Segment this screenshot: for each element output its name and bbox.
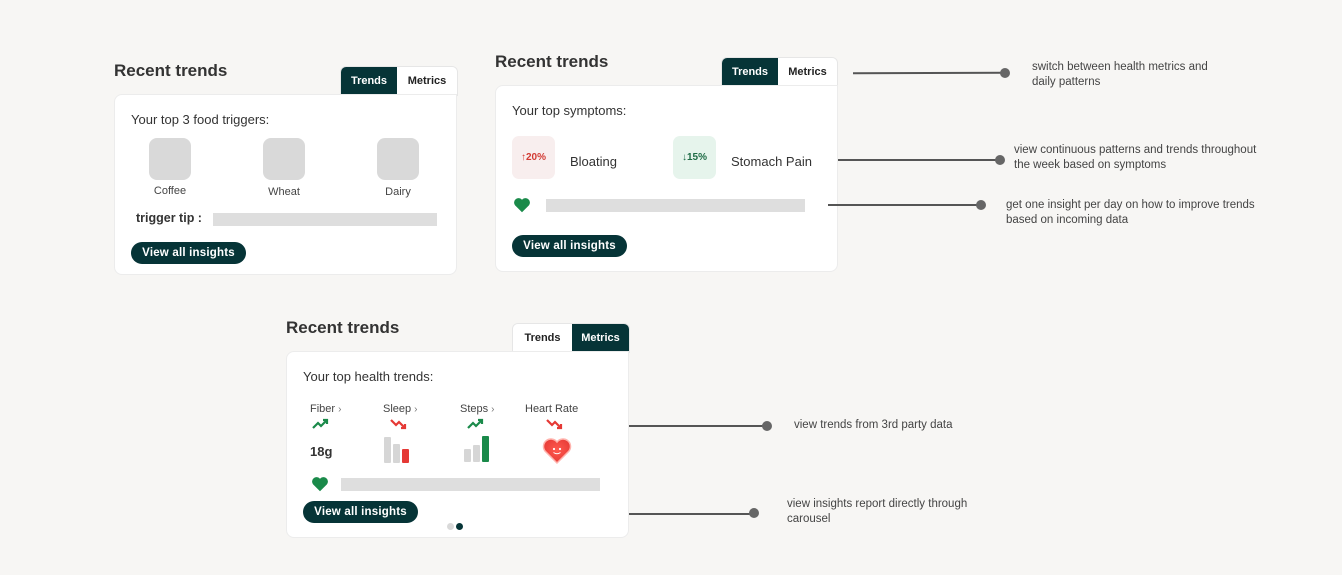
tab-metrics[interactable]: Metrics bbox=[572, 324, 629, 352]
card3-tabs: Trends Metrics bbox=[512, 323, 630, 353]
trend-down-icon bbox=[546, 419, 563, 430]
symptom-change: 15% bbox=[686, 152, 707, 163]
annotation-text: view insights report directly through ca… bbox=[787, 498, 968, 525]
heart-rate-icon bbox=[542, 438, 572, 465]
metric-sleep[interactable]: Sleep › bbox=[383, 403, 417, 415]
metric-value: 18g bbox=[310, 444, 333, 459]
annotation-dot bbox=[749, 508, 759, 518]
annotation-dot bbox=[995, 155, 1005, 165]
card2-tabs: Trends Metrics bbox=[721, 57, 838, 87]
annotation-line bbox=[629, 513, 754, 515]
mini-bar bbox=[393, 444, 400, 463]
food-label: Dairy bbox=[385, 186, 411, 198]
annotation-line bbox=[629, 425, 768, 427]
metric-label: Fiber bbox=[310, 403, 336, 415]
tip-text-placeholder bbox=[213, 213, 437, 226]
mini-bar bbox=[402, 449, 409, 463]
symptoms-card: Your top symptoms: ↑ 20% Bloating ↓ 15% St… bbox=[495, 85, 838, 272]
food-label: Coffee bbox=[153, 185, 187, 197]
metric-steps[interactable]: Steps › bbox=[460, 403, 494, 415]
mini-bar bbox=[464, 449, 471, 462]
tab-trends[interactable]: Trends bbox=[513, 324, 572, 352]
view-all-insights-button[interactable]: View all insights bbox=[512, 235, 627, 257]
annotation-line bbox=[828, 204, 981, 206]
mini-bar bbox=[482, 436, 489, 462]
card-heading: Your top 3 food triggers: bbox=[131, 112, 270, 127]
food-triggers-card: Your top 3 food triggers: Coffee Wheat D… bbox=[114, 94, 457, 275]
symptom-change: 20% bbox=[525, 152, 546, 163]
heart-icon bbox=[514, 198, 530, 213]
trend-down-icon bbox=[390, 419, 407, 430]
food-item[interactable]: Wheat bbox=[263, 138, 305, 198]
metric-fiber[interactable]: Fiber › bbox=[310, 403, 341, 415]
symptom-change-chip: ↓ 15% bbox=[673, 136, 716, 179]
symptom-label[interactable]: Stomach Pain bbox=[731, 154, 812, 169]
annotation-dot bbox=[976, 200, 986, 210]
carousel-indicator[interactable] bbox=[447, 523, 463, 530]
card3-title: Recent trends bbox=[286, 318, 400, 337]
annotation-dot bbox=[1000, 68, 1010, 78]
annotation-line bbox=[852, 71, 1006, 75]
food-item[interactable]: Coffee bbox=[149, 138, 191, 197]
metric-label: Steps bbox=[460, 403, 489, 415]
food-image-placeholder bbox=[149, 138, 191, 180]
metric-label: Sleep bbox=[383, 403, 412, 415]
symptom-label[interactable]: Bloating bbox=[570, 154, 617, 169]
card-heading: Your top health trends: bbox=[303, 369, 434, 384]
insight-text-placeholder bbox=[341, 478, 600, 491]
tab-metrics[interactable]: Metrics bbox=[778, 58, 837, 86]
tab-trends[interactable]: Trends bbox=[722, 58, 778, 86]
view-all-insights-button[interactable]: View all insights bbox=[303, 501, 418, 523]
food-label: Wheat bbox=[268, 186, 300, 198]
mini-bar bbox=[384, 437, 391, 463]
annotation-text: view continuous patterns and trends thro… bbox=[1014, 144, 1257, 171]
symptom-change-chip: ↑ 20% bbox=[512, 136, 555, 179]
heart-icon bbox=[312, 477, 328, 492]
trigger-tip-label: trigger tip : bbox=[136, 211, 202, 225]
carousel-dot-active[interactable] bbox=[456, 523, 463, 530]
metric-label: Heart Rate bbox=[525, 403, 579, 415]
food-image-placeholder bbox=[377, 138, 419, 180]
chevron-right-icon: › bbox=[491, 403, 495, 415]
mini-bar bbox=[473, 445, 480, 462]
carousel-dot[interactable] bbox=[447, 523, 454, 530]
chevron-right-icon: › bbox=[338, 403, 342, 415]
steps-mini-chart bbox=[464, 435, 494, 462]
card1-tabs: Trends Metrics bbox=[340, 66, 458, 96]
sleep-mini-chart bbox=[384, 436, 414, 463]
annotation-dot bbox=[762, 421, 772, 431]
insight-text-placeholder bbox=[546, 199, 805, 212]
annotation-text: switch between health metrics and daily … bbox=[1032, 61, 1208, 88]
annotation-line bbox=[838, 159, 1000, 161]
tab-trends[interactable]: Trends bbox=[341, 67, 397, 95]
chevron-right-icon: › bbox=[414, 403, 418, 415]
view-all-insights-button[interactable]: View all insights bbox=[131, 242, 246, 264]
food-item[interactable]: Dairy bbox=[377, 138, 419, 198]
health-trends-card: Your top health trends: Fiber › 18g Sleep… bbox=[286, 351, 629, 538]
annotation-text: view trends from 3rd party data bbox=[794, 419, 953, 431]
tab-metrics[interactable]: Metrics bbox=[397, 67, 457, 95]
trend-up-icon bbox=[312, 418, 329, 429]
card1-title: Recent trends bbox=[114, 61, 228, 80]
food-image-placeholder bbox=[263, 138, 305, 180]
metric-heart-rate[interactable]: Heart Rate bbox=[525, 403, 578, 415]
annotation-text: get one insight per day on how to improv… bbox=[1006, 199, 1255, 226]
card2-title: Recent trends bbox=[495, 52, 609, 71]
trend-up-icon bbox=[467, 418, 484, 429]
card-heading: Your top symptoms: bbox=[512, 103, 627, 118]
